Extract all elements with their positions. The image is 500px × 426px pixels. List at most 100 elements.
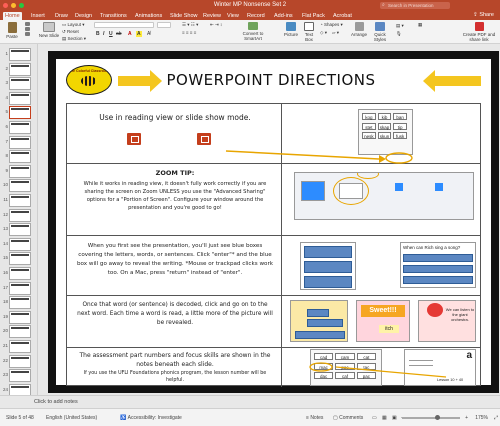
quick-styles-button[interactable]: Quick Styles [370, 22, 390, 42]
shape-outline-button[interactable]: ▱ ▾ [332, 30, 339, 36]
bullets-button[interactable]: ☰ ▾ ☷ ▾ [182, 22, 198, 28]
slide-thumbnail[interactable] [9, 223, 31, 237]
slide-thumbnail[interactable] [9, 62, 31, 76]
alignment-group[interactable]: ≡ ≡ ≡ ≡ [182, 30, 196, 35]
convert-smartart-button[interactable]: Convert to SmartArt [242, 22, 264, 41]
reveal-picture-preview [290, 300, 348, 342]
new-slide-button[interactable]: New Slide [38, 22, 60, 38]
tab-home[interactable]: Home [3, 12, 22, 20]
slide-thumbnail[interactable] [9, 48, 31, 61]
slide-sorter-button[interactable]: ▦ [382, 415, 387, 421]
slide-thumbnail[interactable] [9, 354, 31, 368]
tab-slide-show[interactable]: Slide Show [168, 12, 200, 20]
slide-thumbnail[interactable] [9, 252, 31, 266]
slide-thumbnail[interactable] [9, 135, 31, 149]
reset-button[interactable]: ↺ Reset [62, 29, 79, 35]
highlight-circle [333, 177, 369, 205]
indent-group[interactable]: ⇤ ⇥ ↕ [210, 22, 222, 28]
tab-animations[interactable]: Animations [133, 12, 164, 20]
slide-thumbnail[interactable] [9, 369, 31, 383]
layout-button[interactable]: ▭ Layout ▾ [62, 22, 85, 28]
language-indicator[interactable]: English (United States) [46, 415, 97, 421]
zoom-level[interactable]: 175% [475, 415, 488, 421]
highlight-circle [357, 173, 379, 179]
tab-transitions[interactable]: Transitions [98, 12, 129, 20]
slide-thumbnail[interactable] [9, 150, 31, 164]
strikethrough-button[interactable]: ab [116, 31, 122, 37]
accessibility-status[interactable]: ♿ Accessibility: Investigate [120, 415, 182, 421]
slide-thumbnail[interactable] [9, 121, 31, 134]
tab-design[interactable]: Design [73, 12, 94, 20]
slide-thumbnail[interactable] [9, 164, 31, 178]
highlight-button[interactable]: A [136, 31, 142, 37]
create-pdf-button[interactable]: Create PDF and share link [462, 22, 496, 42]
arrange-button[interactable]: Arrange [350, 22, 368, 37]
zoom-slider-handle[interactable] [435, 415, 440, 420]
slide-number: 3 [5, 80, 8, 86]
letter-a-glyph: a [466, 350, 472, 361]
tab-acrobat[interactable]: Acrobat [331, 12, 354, 20]
picture-button[interactable]: Picture [283, 22, 299, 37]
fit-to-window-icon[interactable]: ⤢ [494, 415, 498, 421]
table-row: When you first see the presentation, you… [67, 236, 480, 296]
slide-thumbnail[interactable] [9, 91, 31, 105]
shapes-button[interactable]: ◔ Shapes ▾ [320, 22, 343, 28]
question-text: When can Rich sing a song? [403, 245, 461, 250]
section-button[interactable]: ▤ Section ▾ [62, 36, 86, 42]
sweet-banner: Sweet!!! [361, 305, 405, 317]
tab-review[interactable]: Review [201, 12, 223, 20]
normal-view-button[interactable]: ▭ [372, 415, 377, 421]
shape-fill-button[interactable]: ◇ ▾ [320, 30, 327, 36]
clear-formatting-button[interactable]: A̸ [147, 31, 150, 37]
tab-view[interactable]: View [225, 12, 241, 20]
comments-button[interactable]: ▢ Comments [333, 415, 363, 421]
paste-button[interactable]: Paste [4, 22, 20, 39]
zoom-in-button[interactable]: + [465, 415, 468, 421]
font-size-dropdown[interactable] [157, 22, 171, 28]
slide-thumbnail[interactable] [9, 237, 31, 251]
copy-icon[interactable] [24, 27, 30, 31]
slide-number: 19 [2, 313, 8, 319]
slide-thumbnail[interactable] [9, 340, 31, 353]
notes-pane[interactable]: Click to add notes [0, 395, 500, 408]
designer-button[interactable]: ▦ [418, 22, 422, 28]
table-row: The assessment part numbers and focus sk… [67, 348, 480, 387]
font-color-button[interactable]: A [128, 31, 132, 37]
slide-thumbnails-panel[interactable]: 1234567891011121314151617181920212223242… [0, 44, 38, 412]
word-card: nesk [362, 132, 376, 139]
tab-record[interactable]: Record [245, 12, 267, 20]
slide-thumbnail[interactable] [9, 296, 31, 310]
tab-add-ins[interactable]: Add-ins [272, 12, 295, 20]
ribbon-toolbar: Paste New Slide ▭ Layout ▾ ↺ Reset ▤ Sec… [0, 20, 500, 44]
slide-thumbnail[interactable] [9, 77, 31, 91]
notes-toggle-button[interactable]: ≡ Notes [306, 415, 323, 421]
current-slide[interactable]: The Colorful Classroom POWERPOINT DIRECT… [48, 51, 499, 393]
text-box-button[interactable]: Text Box [301, 22, 317, 42]
tab-flat-pack[interactable]: Flat Pack [300, 12, 327, 20]
bold-button[interactable]: B [96, 31, 100, 37]
slide-thumbnail[interactable] [9, 208, 31, 222]
slide-thumbnail[interactable] [9, 106, 31, 120]
tab-draw[interactable]: Draw [53, 12, 70, 20]
slide-thumbnail[interactable] [9, 325, 31, 339]
font-name-dropdown[interactable] [94, 22, 154, 28]
reading-view-button[interactable]: ▣ [392, 415, 397, 421]
blue-cover-box [403, 254, 473, 262]
format-painter-icon[interactable] [24, 32, 30, 36]
slide-show-icon [197, 133, 211, 145]
shape-effects-button[interactable]: ▤ ▾ [396, 23, 404, 29]
italic-button[interactable]: I [103, 31, 104, 37]
dictate-button[interactable]: 🎙︎ [396, 31, 402, 37]
underline-button[interactable]: U [109, 31, 113, 37]
tab-insert[interactable]: Insert [29, 12, 47, 20]
slide-thumbnail[interactable] [9, 179, 31, 193]
slide-thumbnail[interactable] [9, 310, 31, 324]
slide-thumbnail[interactable] [9, 281, 31, 295]
slide-thumbnail[interactable] [9, 267, 31, 280]
share-button[interactable]: ⇪ Share [473, 12, 494, 18]
search-field[interactable]: ⌕ Search in Presentation [380, 2, 450, 9]
logo-text: The Colorful Classroom [68, 69, 110, 73]
scissors-icon[interactable] [24, 22, 30, 26]
zoom-slider[interactable] [402, 415, 460, 420]
slide-thumbnail[interactable] [9, 194, 31, 207]
